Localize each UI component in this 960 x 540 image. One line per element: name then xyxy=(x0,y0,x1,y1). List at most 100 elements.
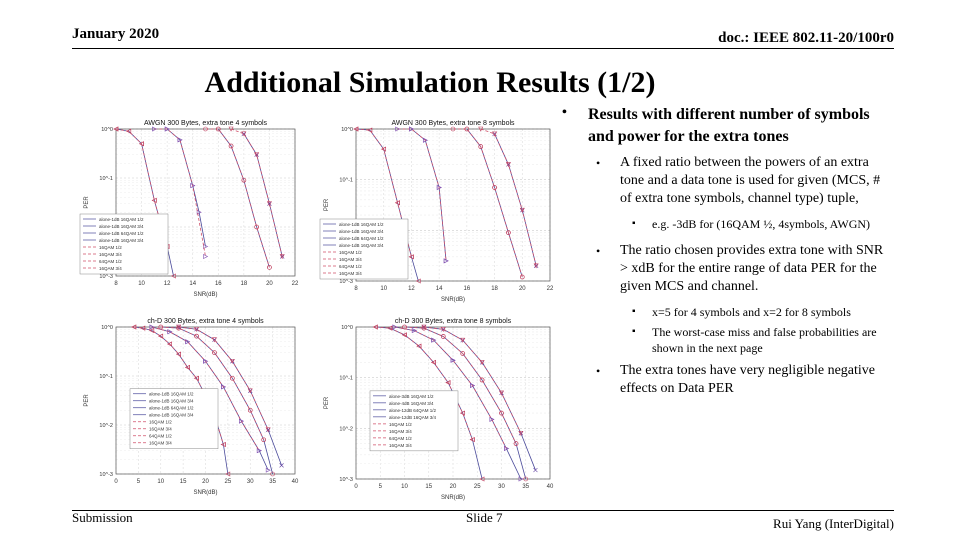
legend-label: alone-1dB 16QAM 1/2 xyxy=(99,217,144,222)
bullet-sub2-2-text: The worst-case miss and false probabilit… xyxy=(652,325,877,355)
x-tick-label: 10 xyxy=(380,286,387,292)
bullet-sub2-1: ▪ x=5 for 4 symbols and x=2 for 8 symbols xyxy=(560,304,890,320)
bullet-sub2-text: The ratio chosen provides extra tone wit… xyxy=(620,243,884,294)
y-axis-label: PER xyxy=(84,196,90,209)
bullet-main-text: Results with different number of symbols… xyxy=(588,106,870,145)
slide-title-text: Additional Simulation Results (1/2) xyxy=(204,66,656,99)
x-tick-label: 10 xyxy=(138,281,145,287)
x-tick-label: 20 xyxy=(266,281,273,287)
legend-label: alone-1dB 16QAM 3/4 xyxy=(99,224,144,229)
x-axis-label: SNR(dB) xyxy=(441,297,465,303)
header-doc-id: doc.: IEEE 802.11-20/100r0 xyxy=(718,30,894,46)
chart-awgn-4sym: AWGN 300 Bytes, extra tone 4 symbols 8 10 1… xyxy=(78,115,303,300)
x-tick-label: 10 xyxy=(401,484,408,490)
legend-label: 16QAM 3/4 xyxy=(389,429,412,434)
y-axis-label: PER xyxy=(324,396,330,409)
footer-author: Rui Yang (InterDigital) xyxy=(773,516,894,531)
y-tick-label: 10^0 xyxy=(101,325,113,331)
x-tick-label: 14 xyxy=(436,286,443,292)
x-tick-label: 8 xyxy=(114,281,118,287)
y-tick-label: 10^0 xyxy=(341,325,353,331)
x-tick-label: 0 xyxy=(354,484,358,490)
x-tick-label: 5 xyxy=(137,479,141,485)
x-tick-label: 5 xyxy=(379,484,383,490)
legend-label: 16QAM 3/4 xyxy=(339,271,362,276)
legend-label: 16QAM 3/4 xyxy=(389,443,412,448)
series-line xyxy=(480,128,537,266)
bullet-sub2-2: ▪ The worst-case miss and false probabili… xyxy=(560,324,890,356)
legend-label: alone-1dB 64QAM 1/2 xyxy=(339,236,384,241)
bullet-dot-icon: • xyxy=(596,156,601,170)
x-tick-label: 40 xyxy=(292,479,299,485)
legend-label: 16QAM 3/4 xyxy=(149,427,172,432)
legend-label: alone-1dB 16QAM 3/4 xyxy=(99,238,144,243)
x-tick-label: 10 xyxy=(157,479,164,485)
x-tick-label: 16 xyxy=(215,281,222,287)
x-tick-label: 0 xyxy=(114,479,118,485)
legend-label: alone-1dB 16QAM 3/4 xyxy=(339,243,384,248)
y-tick-label: 10^-3 xyxy=(339,477,353,483)
bullet-main: • Results with different number of symbol… xyxy=(560,104,890,148)
x-tick-label: 14 xyxy=(189,281,196,287)
legend-label: 16QAM 3/4 xyxy=(149,441,172,446)
legend-label: alone-12dB 16QAM 3/4 xyxy=(389,415,437,420)
chart-awgn-8sym: AWGN 300 Bytes, extra tone 8 symbols 8 10 1… xyxy=(318,115,558,305)
legend-label: alone-1dB 16QAM 3/4 xyxy=(149,413,194,418)
y-tick-label: 10^-1 xyxy=(99,176,113,182)
data-point xyxy=(279,463,284,468)
legend-label: alone-12dB 64QAM 1/2 xyxy=(389,408,437,413)
chart-chd-8sym: ch-D 300 Bytes, extra tone 8 symbols 0 5 10… xyxy=(318,313,558,503)
x-tick-label: 30 xyxy=(247,479,254,485)
x-tick-label: 40 xyxy=(547,484,554,490)
x-tick-label: 22 xyxy=(292,281,299,287)
y-tick-label: 10^-2 xyxy=(99,423,113,429)
y-axis-label: PER xyxy=(84,394,90,407)
y-tick-label: 10^-3 xyxy=(99,472,113,478)
legend-label: 16QAM 3/4 xyxy=(339,257,362,262)
legend-label: 64QAM 1/2 xyxy=(389,436,412,441)
x-tick-label: 35 xyxy=(522,484,529,490)
y-tick-label: 10^0 xyxy=(101,127,113,133)
legend-label: 16QAM 1/2 xyxy=(99,245,122,250)
chart-chd-4sym-svg: ch-D 300 Bytes, extra tone 4 symbols 0 5 10… xyxy=(84,318,299,496)
x-tick-label: 12 xyxy=(408,286,415,292)
x-tick-label: 18 xyxy=(491,286,498,292)
chart-chd-8sym-svg: ch-D 300 Bytes, extra tone 8 symbols 0 5 10… xyxy=(324,318,554,501)
legend-label: alone-1dB 16QAM 3/4 xyxy=(339,229,384,234)
series-line xyxy=(166,128,206,247)
bullet-list: • Results with different number of symbol… xyxy=(560,104,890,406)
chart-title: ch-D 300 Bytes, extra tone 8 symbols xyxy=(395,318,512,325)
legend-label: alone-3dB 16QAM 1/2 xyxy=(389,394,434,399)
legend-label: alone-1dB 16QAM 3/4 xyxy=(149,399,194,404)
legend-label: alone-1dB 64QAM 1/2 xyxy=(99,231,144,236)
bullet-sub1-1: ▪ e.g. -3dB for (16QAM ½, 4symbols, AWGN) xyxy=(560,216,890,232)
bullet-sub1: • A fixed ratio between the powers of an … xyxy=(560,154,890,208)
y-axis-label: PER xyxy=(324,198,330,211)
legend-label: 16QAM 3/4 xyxy=(99,266,122,271)
bullet-sub2-1-text: x=5 for 4 symbols and x=2 for 8 symbols xyxy=(652,305,851,319)
footer-slide-number: Slide 7 xyxy=(466,510,503,525)
bullet-sub1-1-text: e.g. -3dB for (16QAM ½, 4symbols, AWGN) xyxy=(652,217,871,231)
data-point xyxy=(533,467,538,473)
chart-awgn-8sym-svg: AWGN 300 Bytes, extra tone 8 symbols 8 10 1… xyxy=(319,120,554,303)
x-tick-label: 15 xyxy=(425,484,432,490)
legend-label: 64QAM 1/2 xyxy=(99,259,122,264)
x-tick-label: 22 xyxy=(547,286,554,292)
legend-label: 16QAM 3/4 xyxy=(99,252,122,257)
header-divider xyxy=(72,48,894,49)
bullet-dot-icon: • xyxy=(562,105,567,120)
bullet-square-icon: ▪ xyxy=(632,218,636,229)
bullet-sub1-text: A fixed ratio between the powers of an e… xyxy=(620,155,881,206)
slide-title: Additional Simulation Results (1/2) xyxy=(0,66,960,100)
legend-box xyxy=(129,388,219,449)
bullet-square-icon: ▪ xyxy=(632,306,636,317)
legend-label: alone-4dB 16QAM 3/4 xyxy=(389,401,434,406)
legend-label: 16QAM 1/2 xyxy=(339,250,362,255)
x-tick-label: 20 xyxy=(519,286,526,292)
y-tick-label: 10^-1 xyxy=(99,374,113,380)
bullet-dot-icon: • xyxy=(596,244,601,258)
legend-label: 64QAM 1/2 xyxy=(339,264,362,269)
x-axis-label: SNR(dB) xyxy=(441,495,465,501)
legend-box xyxy=(369,390,459,452)
chart-awgn-4sym-svg: AWGN 300 Bytes, extra tone 4 symbols 8 10 1… xyxy=(79,120,299,298)
